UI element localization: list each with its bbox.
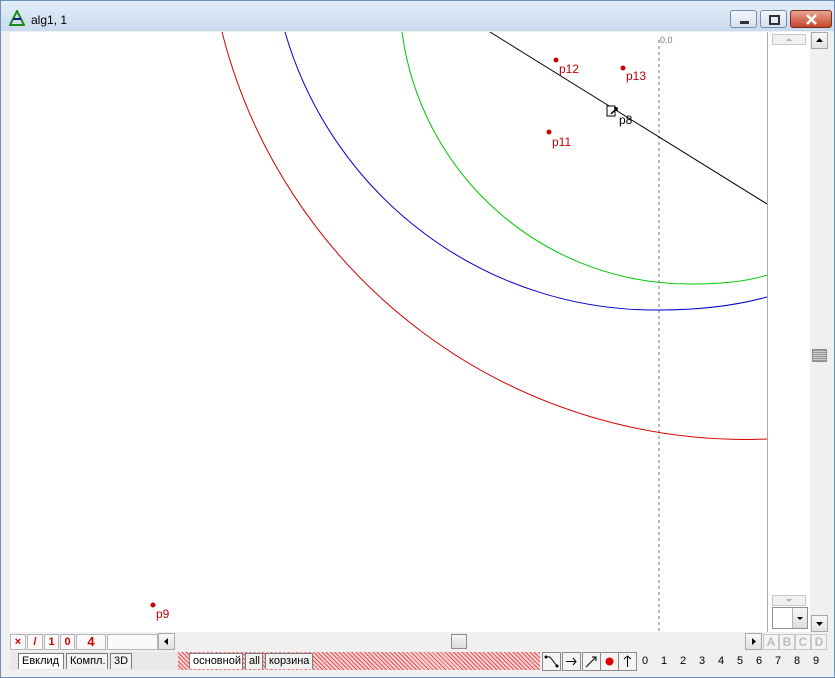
letter-b-label: B [782,635,792,649]
letter-d-label: D [814,635,824,649]
diagonal-arrow-tool-button[interactable] [582,652,601,671]
title-bar[interactable]: alg1, 1 [1,1,834,31]
minimize-button[interactable] [730,10,757,28]
line-label: / [33,636,37,648]
restore-icon [769,15,780,25]
tab-all-label: all [249,655,261,667]
digit-9[interactable]: 9 [813,655,819,667]
horizontal-scroll-thumb[interactable] [451,634,467,649]
counter-value: 4 [87,634,95,649]
tab-trash-label: корзина [269,655,310,667]
tab-main-layer-label: основной [193,655,241,667]
digit-8[interactable]: 8 [794,655,800,667]
layer-combo[interactable] [772,607,808,629]
tab-3d-label: 3D [114,655,129,667]
letter-c-label: C [798,635,808,649]
counter-field[interactable]: 4 [76,634,106,650]
segment-tool-button[interactable] [542,652,561,671]
letter-c-button[interactable]: C [795,634,811,650]
zero-label: 0 [64,636,71,648]
digit-4[interactable]: 4 [718,655,724,667]
tab-complex-label: Компл. [70,655,106,667]
digit-1[interactable]: 1 [661,655,667,667]
chevron-up-icon [786,38,792,41]
tab-main-layer[interactable]: основной [189,653,243,669]
label-p9: p9 [156,607,170,621]
delete-button[interactable]: × [10,634,26,650]
panel-scroll-up-button[interactable] [772,34,806,45]
scroll-left-button[interactable] [158,633,175,650]
horizontal-scrollbar[interactable] [158,633,762,650]
arrow-right-icon [752,638,756,645]
digit-7[interactable]: 7 [775,655,781,667]
arrow-right-tool-button[interactable] [562,652,581,671]
vertical-scrollbar[interactable] [811,32,828,632]
delete-label: × [14,636,22,648]
arrow-right-icon [566,657,577,666]
letter-d-button[interactable]: D [811,634,827,650]
digit-2[interactable]: 2 [680,655,686,667]
combo-arrow-button[interactable] [792,608,807,628]
tab-all[interactable]: all [245,653,263,669]
blue-circle [284,32,767,311]
geometry-drawing: 0.0 p12 p13 p11 p8 p9 [150,32,767,632]
scroll-down-button[interactable] [811,615,828,632]
one-label: 1 [48,636,55,648]
label-p13: p13 [626,69,646,83]
side-panel [767,32,810,632]
one-button[interactable]: 1 [44,634,59,650]
app-icon [9,10,25,26]
tab-euclid[interactable]: Евклид [18,653,64,669]
tab-euclid-label: Евклид [22,655,60,667]
window-title: alg1, 1 [31,13,68,27]
arrow-left-icon [164,638,168,645]
label-p8: p8 [619,113,633,127]
scroll-up-button[interactable] [811,32,828,49]
letter-b-button[interactable]: B [779,634,795,650]
minimize-icon [740,21,749,24]
close-button[interactable] [790,10,832,28]
digit-6[interactable]: 6 [756,655,762,667]
zero-button[interactable]: 0 [60,634,75,650]
letter-a-label: A [766,635,776,649]
diagonal-arrow-icon [585,656,597,668]
tab-complex[interactable]: Компл. [66,653,108,669]
point-tool-button[interactable] [600,652,619,671]
close-icon [806,14,817,25]
digit-3[interactable]: 3 [699,655,705,667]
label-p12: p12 [559,62,579,76]
red-dot-icon [605,657,614,666]
scroll-right-button[interactable] [745,633,762,650]
panel-scroll-down-button[interactable] [772,595,806,606]
axis-label: 0.0 [660,35,673,45]
arrow-down-icon [816,622,823,626]
point-p12 [553,57,559,63]
chevron-down-icon [786,599,792,602]
arrow-up-icon [623,655,632,667]
green-circle [401,32,767,285]
digit-0[interactable]: 0 [642,655,648,667]
main-window: alg1, 1 0.0 p12 p13 p11 p8 p9 × / 1 0 4 … [0,0,835,678]
tab-trash[interactable]: корзина [265,653,313,669]
point-p13 [620,65,626,71]
point-p11 [546,129,552,135]
digit-5[interactable]: 5 [737,655,743,667]
drawing-canvas[interactable]: 0.0 p12 p13 p11 p8 p9 [10,32,767,632]
line-button[interactable]: / [27,634,43,650]
label-p11: p11 [552,135,571,149]
point-p9 [150,602,156,608]
letter-a-button[interactable]: A [763,634,779,650]
tab-3d[interactable]: 3D [110,653,132,669]
chevron-down-icon [797,617,803,620]
restore-button[interactable] [760,10,787,28]
vertical-scroll-thumb[interactable] [812,349,827,362]
segment-tool-icon [544,655,559,668]
arrow-up-tool-button[interactable] [618,652,637,671]
arrow-up-icon [816,38,823,42]
blank-field [107,634,158,650]
red-circle [221,32,767,440]
